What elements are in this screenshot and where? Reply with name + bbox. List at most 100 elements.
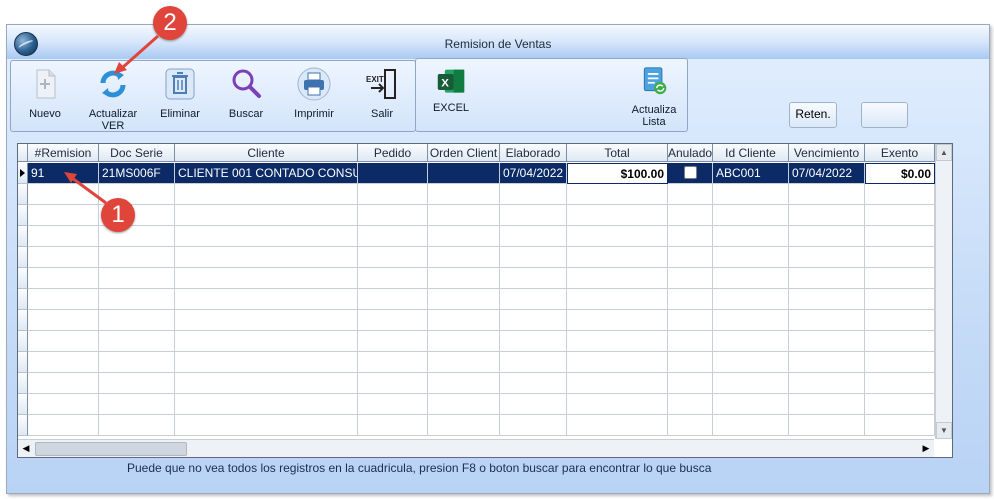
empty-cell[interactable] bbox=[713, 373, 789, 394]
col-header-cliente[interactable]: Cliente bbox=[175, 144, 358, 162]
empty-cell[interactable] bbox=[713, 310, 789, 331]
empty-cell[interactable] bbox=[358, 226, 428, 247]
empty-cell[interactable] bbox=[865, 205, 935, 226]
empty-cell[interactable] bbox=[175, 268, 358, 289]
empty-cell[interactable] bbox=[668, 331, 713, 352]
empty-cell[interactable] bbox=[358, 373, 428, 394]
empty-cell[interactable] bbox=[500, 331, 567, 352]
empty-cell[interactable] bbox=[500, 310, 567, 331]
row-selector[interactable] bbox=[18, 247, 28, 268]
empty-cell[interactable] bbox=[28, 184, 99, 205]
empty-cell[interactable] bbox=[713, 226, 789, 247]
col-header-elaborado[interactable]: Elaborado bbox=[500, 144, 567, 162]
empty-cell[interactable] bbox=[567, 184, 668, 205]
excel-button[interactable]: X EXCEL bbox=[428, 67, 474, 114]
update-list-button[interactable]: Actualiza Lista bbox=[626, 65, 682, 128]
empty-cell[interactable] bbox=[713, 331, 789, 352]
empty-cell[interactable] bbox=[500, 226, 567, 247]
empty-cell[interactable] bbox=[567, 310, 668, 331]
empty-cell[interactable] bbox=[99, 247, 175, 268]
row-selector[interactable] bbox=[18, 268, 28, 289]
empty-cell[interactable] bbox=[668, 310, 713, 331]
empty-cell[interactable] bbox=[789, 184, 865, 205]
empty-cell[interactable] bbox=[175, 226, 358, 247]
empty-cell[interactable] bbox=[713, 352, 789, 373]
empty-cell[interactable] bbox=[99, 268, 175, 289]
empty-cell[interactable] bbox=[789, 268, 865, 289]
empty-cell[interactable] bbox=[175, 352, 358, 373]
empty-cell[interactable] bbox=[789, 289, 865, 310]
search-button[interactable]: Buscar bbox=[223, 67, 269, 120]
empty-cell[interactable] bbox=[567, 415, 668, 436]
empty-cell[interactable] bbox=[28, 415, 99, 436]
cell-pedido[interactable] bbox=[358, 163, 428, 184]
empty-cell[interactable] bbox=[789, 415, 865, 436]
col-header-orden-cliente[interactable]: Orden Client bbox=[428, 144, 500, 162]
anulado-checkbox[interactable] bbox=[683, 166, 697, 180]
empty-cell[interactable] bbox=[358, 331, 428, 352]
empty-cell[interactable] bbox=[567, 268, 668, 289]
col-header-remision[interactable]: #Remision bbox=[28, 144, 99, 162]
empty-cell[interactable] bbox=[28, 373, 99, 394]
empty-cell[interactable] bbox=[713, 394, 789, 415]
empty-cell[interactable] bbox=[789, 226, 865, 247]
cell-id-cliente[interactable]: ABC001 bbox=[713, 163, 789, 184]
cell-exento[interactable]: $0.00 bbox=[865, 163, 935, 184]
empty-cell[interactable] bbox=[865, 310, 935, 331]
col-header-doc-serie[interactable]: Doc Serie bbox=[99, 144, 175, 162]
empty-cell[interactable] bbox=[668, 289, 713, 310]
row-selector[interactable] bbox=[18, 415, 28, 436]
empty-cell[interactable] bbox=[500, 415, 567, 436]
empty-cell[interactable] bbox=[99, 415, 175, 436]
vertical-scrollbar[interactable]: ▲ ▼ bbox=[935, 144, 952, 439]
scroll-up-icon[interactable]: ▲ bbox=[936, 144, 952, 161]
empty-cell[interactable] bbox=[358, 184, 428, 205]
empty-cell[interactable] bbox=[175, 331, 358, 352]
empty-cell[interactable] bbox=[428, 289, 500, 310]
col-header-pedido[interactable]: Pedido bbox=[358, 144, 428, 162]
empty-cell[interactable] bbox=[358, 415, 428, 436]
empty-cell[interactable] bbox=[99, 310, 175, 331]
empty-cell[interactable] bbox=[500, 394, 567, 415]
empty-cell[interactable] bbox=[865, 352, 935, 373]
empty-cell[interactable] bbox=[428, 373, 500, 394]
empty-cell[interactable] bbox=[865, 268, 935, 289]
reten-button[interactable]: Reten. bbox=[789, 102, 837, 128]
blank-button[interactable] bbox=[861, 102, 908, 128]
new-button[interactable]: Nuevo bbox=[25, 67, 65, 120]
col-header-vencimiento[interactable]: Vencimiento bbox=[789, 144, 865, 162]
empty-cell[interactable] bbox=[789, 205, 865, 226]
empty-cell[interactable] bbox=[668, 205, 713, 226]
scroll-down-icon[interactable]: ▼ bbox=[936, 422, 952, 439]
empty-cell[interactable] bbox=[99, 289, 175, 310]
empty-cell[interactable] bbox=[428, 352, 500, 373]
col-header-exento[interactable]: Exento bbox=[865, 144, 935, 162]
horizontal-scroll-thumb[interactable] bbox=[35, 442, 187, 456]
row-selector[interactable] bbox=[18, 373, 28, 394]
empty-cell[interactable] bbox=[175, 205, 358, 226]
empty-cell[interactable] bbox=[567, 226, 668, 247]
col-header-anulado[interactable]: Anulado bbox=[668, 144, 713, 162]
cell-remision[interactable]: 91 bbox=[28, 163, 99, 184]
empty-cell[interactable] bbox=[713, 415, 789, 436]
horizontal-scrollbar[interactable]: ◀ ▶ bbox=[18, 439, 934, 457]
empty-cell[interactable] bbox=[358, 268, 428, 289]
empty-cell[interactable] bbox=[865, 226, 935, 247]
scroll-right-icon[interactable]: ▶ bbox=[918, 440, 934, 456]
empty-cell[interactable] bbox=[428, 310, 500, 331]
empty-cell[interactable] bbox=[668, 415, 713, 436]
cell-anulado[interactable] bbox=[668, 163, 713, 184]
delete-button[interactable]: Eliminar bbox=[157, 67, 203, 120]
empty-cell[interactable] bbox=[175, 289, 358, 310]
empty-cell[interactable] bbox=[567, 331, 668, 352]
empty-cell[interactable] bbox=[428, 394, 500, 415]
empty-cell[interactable] bbox=[175, 247, 358, 268]
empty-cell[interactable] bbox=[358, 289, 428, 310]
empty-cell[interactable] bbox=[99, 352, 175, 373]
empty-cell[interactable] bbox=[567, 352, 668, 373]
empty-cell[interactable] bbox=[28, 226, 99, 247]
empty-cell[interactable] bbox=[713, 205, 789, 226]
empty-cell[interactable] bbox=[789, 310, 865, 331]
empty-cell[interactable] bbox=[500, 352, 567, 373]
row-selector[interactable] bbox=[18, 184, 28, 205]
